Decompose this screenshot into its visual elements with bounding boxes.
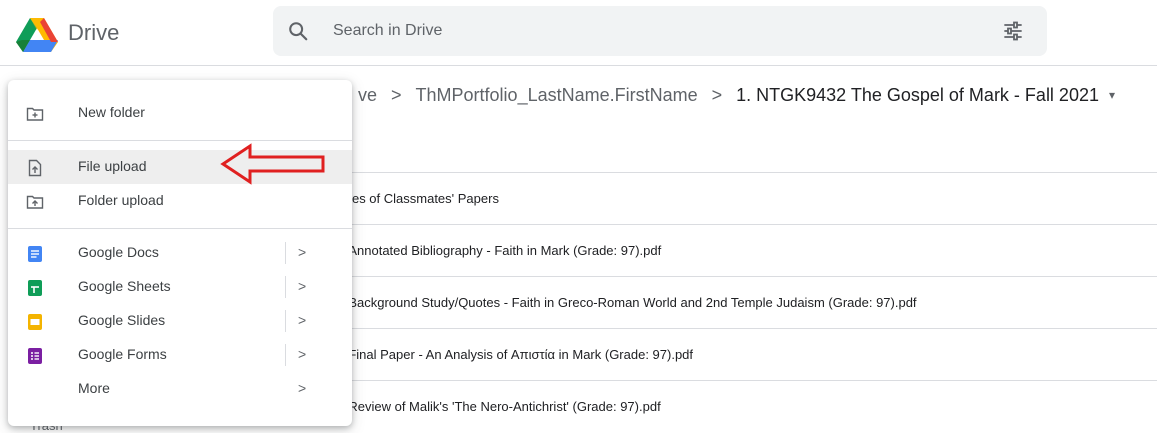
menu-item-more[interactable]: More > xyxy=(8,372,352,406)
menu-item-label: Google Docs xyxy=(78,244,159,260)
chevron-right-icon[interactable]: > xyxy=(298,244,306,260)
file-name[interactable]: ui_Final Paper - An Analysis of Απιστία … xyxy=(331,347,693,362)
breadcrumb-separator: > xyxy=(711,84,723,105)
submenu-divider xyxy=(285,276,286,298)
list-header-space xyxy=(273,120,1157,172)
new-menu: New folder File upload Folder upload Goo… xyxy=(8,80,352,426)
breadcrumb-dropdown-icon[interactable]: ▾ xyxy=(1109,88,1115,102)
chevron-right-icon[interactable]: > xyxy=(298,380,306,396)
new-folder-icon xyxy=(26,107,44,121)
search-input[interactable] xyxy=(333,19,953,43)
menu-item-label: Google Slides xyxy=(78,312,166,328)
chevron-right-icon[interactable]: > xyxy=(298,346,306,362)
file-row[interactable]: ui_Review of Malik's 'The Nero-Antichris… xyxy=(273,380,1157,432)
file-row[interactable]: ui_Background Study/Quotes - Faith in Gr… xyxy=(273,276,1157,328)
file-row[interactable]: tiques of Classmates' Papers xyxy=(273,172,1157,224)
menu-item-new-folder[interactable]: New folder xyxy=(8,96,352,130)
submenu-divider xyxy=(285,344,286,366)
breadcrumb: ve > ThMPortfolio_LastName.FirstName > 1… xyxy=(352,78,1115,112)
chevron-right-icon[interactable]: > xyxy=(298,312,306,328)
breadcrumb-separator: > xyxy=(391,84,402,105)
file-list: tiques of Classmates' Papers ui_Annotate… xyxy=(273,120,1157,432)
file-name[interactable]: ui_Review of Malik's 'The Nero-Antichris… xyxy=(331,399,661,414)
google-forms-icon xyxy=(28,348,42,364)
menu-item-label: New folder xyxy=(78,104,145,120)
breadcrumb-item[interactable]: ve xyxy=(352,85,383,106)
file-row[interactable]: ui_Final Paper - An Analysis of Απιστία … xyxy=(273,328,1157,380)
menu-item-google-slides[interactable]: Google Slides > xyxy=(8,304,352,338)
chevron-right-icon[interactable]: > xyxy=(298,278,306,294)
breadcrumb-item[interactable]: ThMPortfolio_LastName.FirstName xyxy=(410,85,704,106)
search-icon[interactable] xyxy=(287,20,309,42)
search-options-icon[interactable] xyxy=(1003,21,1023,41)
menu-item-folder-upload[interactable]: Folder upload xyxy=(8,184,352,218)
google-slides-icon xyxy=(28,314,42,330)
menu-item-label: Folder upload xyxy=(78,192,164,208)
app-name[interactable]: Drive xyxy=(68,19,119,47)
file-name[interactable]: ui_Annotated Bibliography - Faith in Mar… xyxy=(331,243,661,258)
file-name[interactable]: ui_Background Study/Quotes - Faith in Gr… xyxy=(331,295,917,310)
file-upload-icon xyxy=(28,159,42,177)
search-bar[interactable] xyxy=(273,6,1047,56)
menu-item-label: Google Forms xyxy=(78,346,167,362)
submenu-divider xyxy=(285,310,286,332)
folder-upload-icon xyxy=(26,195,44,209)
google-sheets-icon xyxy=(28,280,42,296)
breadcrumb-current[interactable]: 1. NTGK9432 The Gospel of Mark - Fall 20… xyxy=(730,85,1105,106)
file-row[interactable]: ui_Annotated Bibliography - Faith in Mar… xyxy=(273,224,1157,276)
top-bar: Drive xyxy=(0,0,1157,66)
file-name[interactable]: tiques of Classmates' Papers xyxy=(331,191,499,206)
menu-item-label: File upload xyxy=(78,158,147,174)
annotation-arrow-icon xyxy=(220,143,325,185)
menu-divider xyxy=(8,228,352,229)
menu-item-google-sheets[interactable]: Google Sheets > xyxy=(8,270,352,304)
google-docs-icon xyxy=(28,246,42,262)
menu-item-label: More xyxy=(78,380,110,396)
menu-item-google-docs[interactable]: Google Docs > xyxy=(8,236,352,270)
drive-logo-icon[interactable] xyxy=(16,18,58,52)
submenu-divider xyxy=(285,242,286,264)
menu-item-google-forms[interactable]: Google Forms > xyxy=(8,338,352,372)
menu-divider xyxy=(8,140,352,141)
menu-item-label: Google Sheets xyxy=(78,278,171,294)
